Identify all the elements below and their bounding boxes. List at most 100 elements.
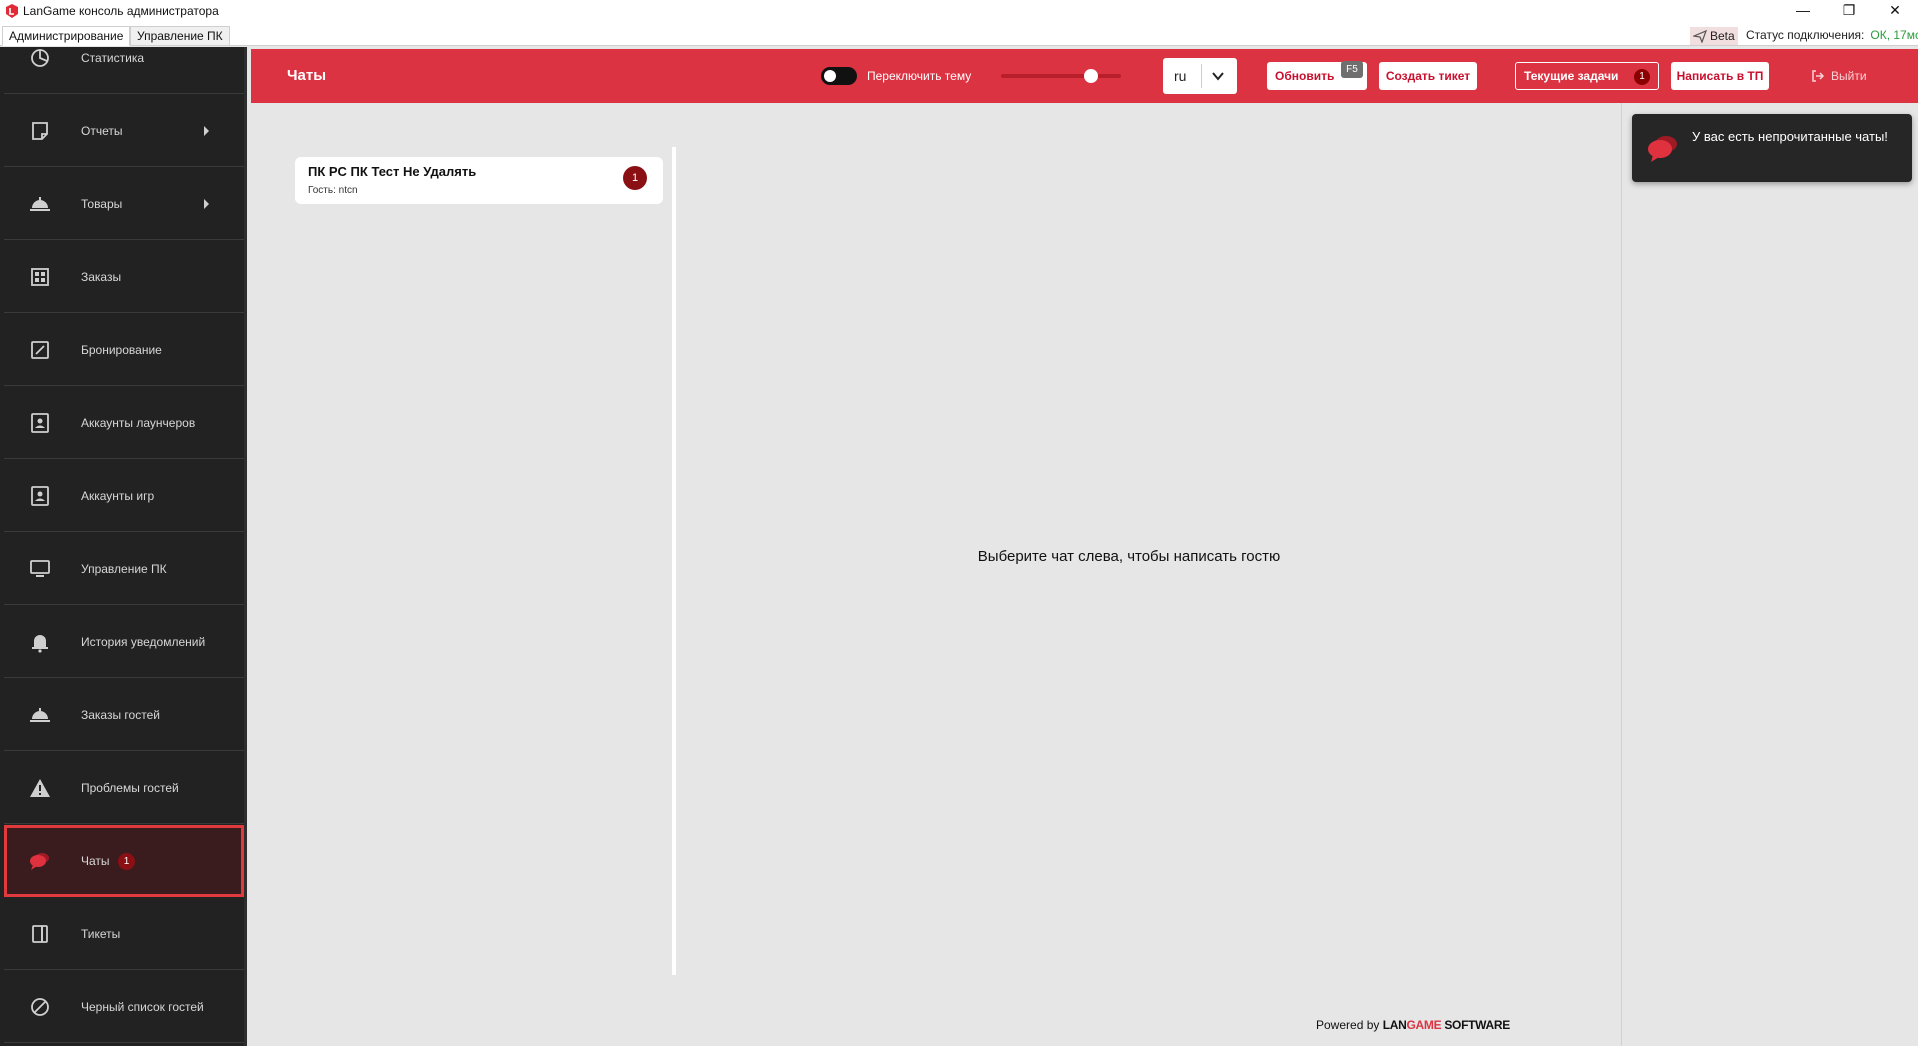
window-titlebar: LanGame консоль администратора — ❐ ✕ [0,0,1918,24]
zoom-slider-thumb[interactable] [1084,69,1098,83]
tab-pc-management[interactable]: Управление ПК [130,26,230,46]
maximize-button[interactable]: ❐ [1826,0,1872,22]
current-tasks-button[interactable]: Текущие задачи 1 [1515,62,1659,90]
cloche-icon [30,197,50,211]
warning-icon [30,779,50,797]
sidebar-item[interactable]: Отчеты [4,95,244,167]
sidebar-item-label: Товары [81,197,123,211]
theme-toggle[interactable] [821,67,857,85]
theme-toggle-label: Переключить тему [867,69,972,83]
sidebar-scrollbar[interactable] [244,47,247,1046]
sidebar-item[interactable]: Чаты 1 [4,825,244,897]
sidebar-item-label: Черный список гостей [81,1000,204,1014]
sidebar-item[interactable]: Аккаунты лаунчеров [4,387,244,459]
language-value: ru [1174,68,1187,84]
create-ticket-button[interactable]: Создать тикет [1379,62,1477,90]
sidebar-item[interactable]: Бронирование [4,314,244,386]
logout-icon [1812,70,1825,82]
chat-bubbles-icon [1648,136,1677,162]
sidebar-item[interactable]: Статистика [4,47,244,94]
zoom-slider[interactable] [1001,69,1121,83]
sidebar-item-label: История уведомлений [81,635,206,649]
close-window-button[interactable]: ✕ [1872,0,1918,22]
powered-by-footer: Powered by LANGAME SOFTWARE [1316,1018,1510,1032]
language-select[interactable]: ru [1163,58,1237,94]
chat-guest: Гость: ntcn [308,185,358,196]
refresh-button[interactable]: Обновить F5 [1267,61,1367,90]
sidebar-item-badge: 1 [118,853,135,870]
language-separator [1201,64,1202,88]
window-title: LanGame консоль администратора [23,4,219,18]
sidebar-item[interactable]: Черный список гостей [4,971,244,1043]
sidebar-item-label: Заказы гостей [81,708,160,722]
tab-administration[interactable]: Администрирование [2,26,131,46]
plane-icon [1693,29,1707,43]
chevron-down-icon [1212,72,1224,81]
langame-software-logo[interactable]: LANGAME SOFTWARE [1382,1018,1511,1032]
beta-badge[interactable]: Beta [1690,27,1738,45]
minimize-button[interactable]: — [1780,0,1826,22]
sidebar-item-label: Аккаунты игр [81,489,155,503]
window-tab-row: Администрирование Управление ПК Beta Ста… [0,24,1918,46]
chat-list-item[interactable]: ПК PC ПК Тест Не Удалять Гость: ntcn 1 [295,157,663,204]
sidebar-item[interactable]: Заказы [4,241,244,313]
edit-square-icon [31,341,49,359]
refresh-label: Обновить [1275,69,1335,83]
refresh-hotkey: F5 [1341,61,1363,78]
sidebar-item[interactable]: Аккаунты игр [4,460,244,532]
beta-label: Beta [1710,29,1735,43]
panel-icon [32,925,48,943]
bell-icon [32,635,48,653]
sidebar-item[interactable]: Тикеты [4,898,244,970]
sidebar: Статистика Отчеты Товары Заказы Бронирование… [0,47,247,1046]
connection-status: Статус подключения: ОК, 17мс [1746,28,1918,42]
account-card-icon [31,413,49,433]
sidebar-item-label: Аккаунты лаунчеров [81,416,196,430]
empty-chat-message: Выберите чат слева, чтобы написать гостю [977,548,1281,565]
zoom-slider-track [1001,74,1121,78]
sidebar-item[interactable]: Проблемы гостей [4,752,244,824]
brand-lan: LAN [1382,1018,1407,1032]
report-icon [32,122,48,140]
monitor-icon [30,560,50,577]
grid-icon [31,268,49,286]
connection-value: ОК, 17мс [1870,28,1918,42]
connection-label: Статус подключения: [1746,28,1865,42]
submenu-arrow-icon [204,126,209,136]
sidebar-item[interactable]: Заказы гостей [4,679,244,751]
account-card-icon [31,486,49,506]
powered-by-prefix: Powered by [1316,1018,1380,1032]
sidebar-item-label: Заказы [81,270,122,284]
sidebar-item-label: Бронирование [81,343,162,357]
current-tasks-label: Текущие задачи [1524,69,1619,83]
page-title: Чаты [287,67,327,84]
chat-icon [30,853,49,870]
current-tasks-badge: 1 [1634,69,1650,85]
logout-button[interactable]: Выйти [1811,49,1867,103]
chat-title: ПК PC ПК Тест Не Удалять [308,164,477,179]
sidebar-item[interactable]: Товары [4,168,244,240]
sidebar-item-label: Тикеты [81,927,121,941]
logout-label: Выйти [1831,69,1867,83]
sidebar-item-label: Проблемы гостей [81,781,179,795]
chat-unread-badge: 1 [623,166,647,190]
sidebar-item-label: Статистика [81,51,145,65]
cloche-icon [30,708,50,722]
theme-toggle-knob [824,70,836,82]
write-support-button[interactable]: Написать в ТП [1671,62,1769,90]
ban-icon [31,998,49,1016]
chart-pie-icon [31,49,49,67]
sidebar-item-label: Отчеты [81,124,123,138]
right-panel [1621,103,1918,1046]
header-bar: Чаты Переключить тему ru Обновить F5 Соз… [251,49,1918,103]
brand-game: GAME [1406,1018,1442,1032]
chat-list-divider [672,147,676,975]
sidebar-item-label: Чаты [81,854,110,868]
brand-software: SOFTWARE [1444,1018,1510,1032]
app-logo-icon [6,4,18,18]
submenu-arrow-icon [204,199,209,209]
sidebar-item[interactable]: Управление ПК [4,533,244,605]
sidebar-item[interactable]: История уведомлений [4,606,244,678]
toast-message: У вас есть непрочитанные чаты! [1692,129,1888,144]
unread-chats-toast[interactable]: У вас есть непрочитанные чаты! [1632,114,1912,182]
